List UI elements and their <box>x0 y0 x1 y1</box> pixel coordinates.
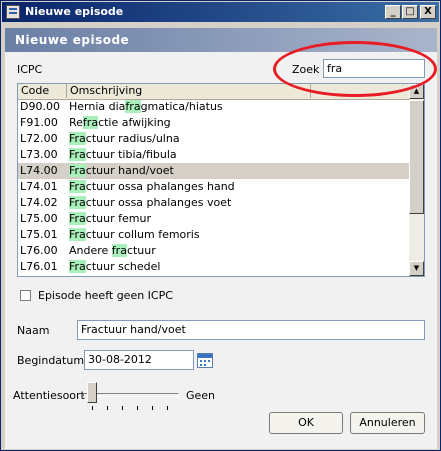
table-row-partial <box>18 275 409 276</box>
search-match-highlight: Fra <box>69 164 86 177</box>
table-row[interactable]: L75.01 Fractuur collum femoris <box>18 227 409 243</box>
icpc-grid[interactable]: Code Omschrijving D90.00 Hernia diafragma… <box>17 83 425 277</box>
row-description: Fractuur schedel <box>69 260 160 273</box>
table-row[interactable]: L76.01 Fractuur schedel <box>18 259 409 275</box>
search-match-highlight: Fra <box>69 260 86 273</box>
row-code: L74.00 <box>20 164 58 177</box>
description-text: gmatica/hiatus <box>140 100 223 113</box>
search-match-highlight: Fra <box>69 180 86 193</box>
row-description: Fractuur ossa phalanges hand <box>69 180 235 193</box>
table-row[interactable]: D90.00 Hernia diafragmatica/hiatus <box>18 99 409 115</box>
search-match-highlight: fra <box>111 244 127 257</box>
description-text: ctie afwijking <box>98 116 171 129</box>
begindatum-label: Begindatum <box>17 354 85 367</box>
table-row[interactable]: L73.00 Fractuur tibia/fibula <box>18 147 409 163</box>
description-text: ctuur collum femoris <box>85 228 200 241</box>
app-icon <box>6 5 20 19</box>
row-description: Fractuur collum femoris <box>69 228 200 241</box>
attentiesoort-value: Geen <box>186 389 216 402</box>
attentiesoort-slider-thumb[interactable] <box>87 382 97 403</box>
row-description: Andere fractuur <box>69 244 156 257</box>
table-row[interactable]: L74.00 Fractuur hand/voet <box>18 163 409 179</box>
table-row[interactable]: L76.00 Andere fractuur <box>18 243 409 259</box>
search-match-highlight: Fra <box>69 228 86 241</box>
row-code: L72.00 <box>20 132 58 145</box>
calendar-icon[interactable] <box>197 353 213 368</box>
description-text: ctuur ossa phalanges hand <box>85 180 235 193</box>
table-row[interactable]: L74.01 Fractuur ossa phalanges hand <box>18 179 409 195</box>
icpc-label: ICPC <box>17 63 43 76</box>
annotation-oval <box>273 41 437 97</box>
row-code: L75.00 <box>20 212 58 225</box>
scroll-down-arrow-icon[interactable]: ▼ <box>409 261 424 276</box>
vertical-scrollbar[interactable]: ▲ ▼ <box>409 84 424 276</box>
attentiesoort-label: Attentiesoort <box>13 389 85 402</box>
description-text: Andere <box>69 244 112 257</box>
description-text: ctuur <box>126 244 156 257</box>
table-row[interactable]: L75.00 Fractuur femur <box>18 211 409 227</box>
dialog-content: ICPC Zoek fra Code Omschrijving D90.00 He… <box>5 52 437 449</box>
title-bar[interactable]: Nieuwe episode _ □ X <box>2 2 439 22</box>
search-match-highlight: Fra <box>69 148 86 161</box>
row-description: Fractuur ossa phalanges voet <box>69 196 231 209</box>
row-code: L73.00 <box>20 148 58 161</box>
row-code: L76.01 <box>20 260 58 273</box>
row-description: Fractuur hand/voet <box>69 164 174 177</box>
naam-field[interactable]: Fractuur hand/voet <box>77 320 425 340</box>
attentiesoort-slider-track[interactable] <box>83 393 179 397</box>
window-title: Nieuwe episode <box>25 5 124 18</box>
row-code: D90.00 <box>20 100 60 113</box>
row-description: Refractie afwijking <box>69 116 171 129</box>
slider-tick <box>92 406 93 410</box>
description-text: ctuur schedel <box>85 260 161 273</box>
maximize-button[interactable]: □ <box>402 5 418 19</box>
column-header-code[interactable]: Code <box>18 84 67 98</box>
close-button[interactable]: X <box>420 5 436 19</box>
slider-tick <box>122 406 123 410</box>
slider-tick <box>167 406 168 410</box>
row-description: Fractuur tibia/fibula <box>69 148 177 161</box>
search-match-highlight: Fra <box>69 132 86 145</box>
search-match-highlight: Fra <box>69 196 86 209</box>
description-text: ctuur radius/ulna <box>85 132 180 145</box>
begindatum-field[interactable]: 30-08-2012 <box>84 350 194 370</box>
description-text: ctuur hand/voet <box>85 164 174 177</box>
row-code: L75.01 <box>20 228 58 241</box>
description-text: ctuur tibia/fibula <box>85 148 177 161</box>
table-row[interactable]: L74.02 Fractuur ossa phalanges voet <box>18 195 409 211</box>
row-code: L74.01 <box>20 180 58 193</box>
slider-tick <box>137 406 138 410</box>
no-icpc-label: Episode heeft geen ICPC <box>38 289 173 302</box>
row-code: F91.00 <box>20 116 58 129</box>
search-match-highlight: fra <box>82 116 99 129</box>
slider-tick <box>107 406 108 410</box>
cancel-button[interactable]: Annuleren <box>350 412 425 434</box>
ok-button[interactable]: OK <box>269 412 343 434</box>
search-match-highlight: Fra <box>69 212 86 225</box>
naam-label: Naam <box>17 324 50 337</box>
description-text: Re <box>69 116 83 129</box>
description-text: Hernia dia <box>69 100 126 113</box>
header-title: Nieuwe episode <box>15 33 130 47</box>
search-match-highlight: fra <box>125 100 141 113</box>
dialog-window: Nieuwe episode _ □ X Nieuwe episode ICPC… <box>0 0 441 451</box>
row-code: L76.00 <box>20 244 58 257</box>
table-row[interactable]: L72.00 Fractuur radius/ulna <box>18 131 409 147</box>
scroll-thumb[interactable] <box>409 100 424 214</box>
row-description: Fractuur femur <box>69 212 151 225</box>
table-row[interactable]: F91.00 Refractie afwijking <box>18 115 409 131</box>
no-icpc-checkbox[interactable] <box>20 290 31 301</box>
column-header-omschrijving[interactable]: Omschrijving <box>67 84 311 98</box>
slider-tick <box>152 406 153 410</box>
description-text: ctuur femur <box>85 212 151 225</box>
row-code: L74.02 <box>20 196 58 209</box>
minimize-button[interactable]: _ <box>385 5 401 19</box>
description-text: ctuur ossa phalanges voet <box>85 196 232 209</box>
row-description: Fractuur radius/ulna <box>69 132 180 145</box>
row-description: Hernia diafragmatica/hiatus <box>69 100 223 113</box>
